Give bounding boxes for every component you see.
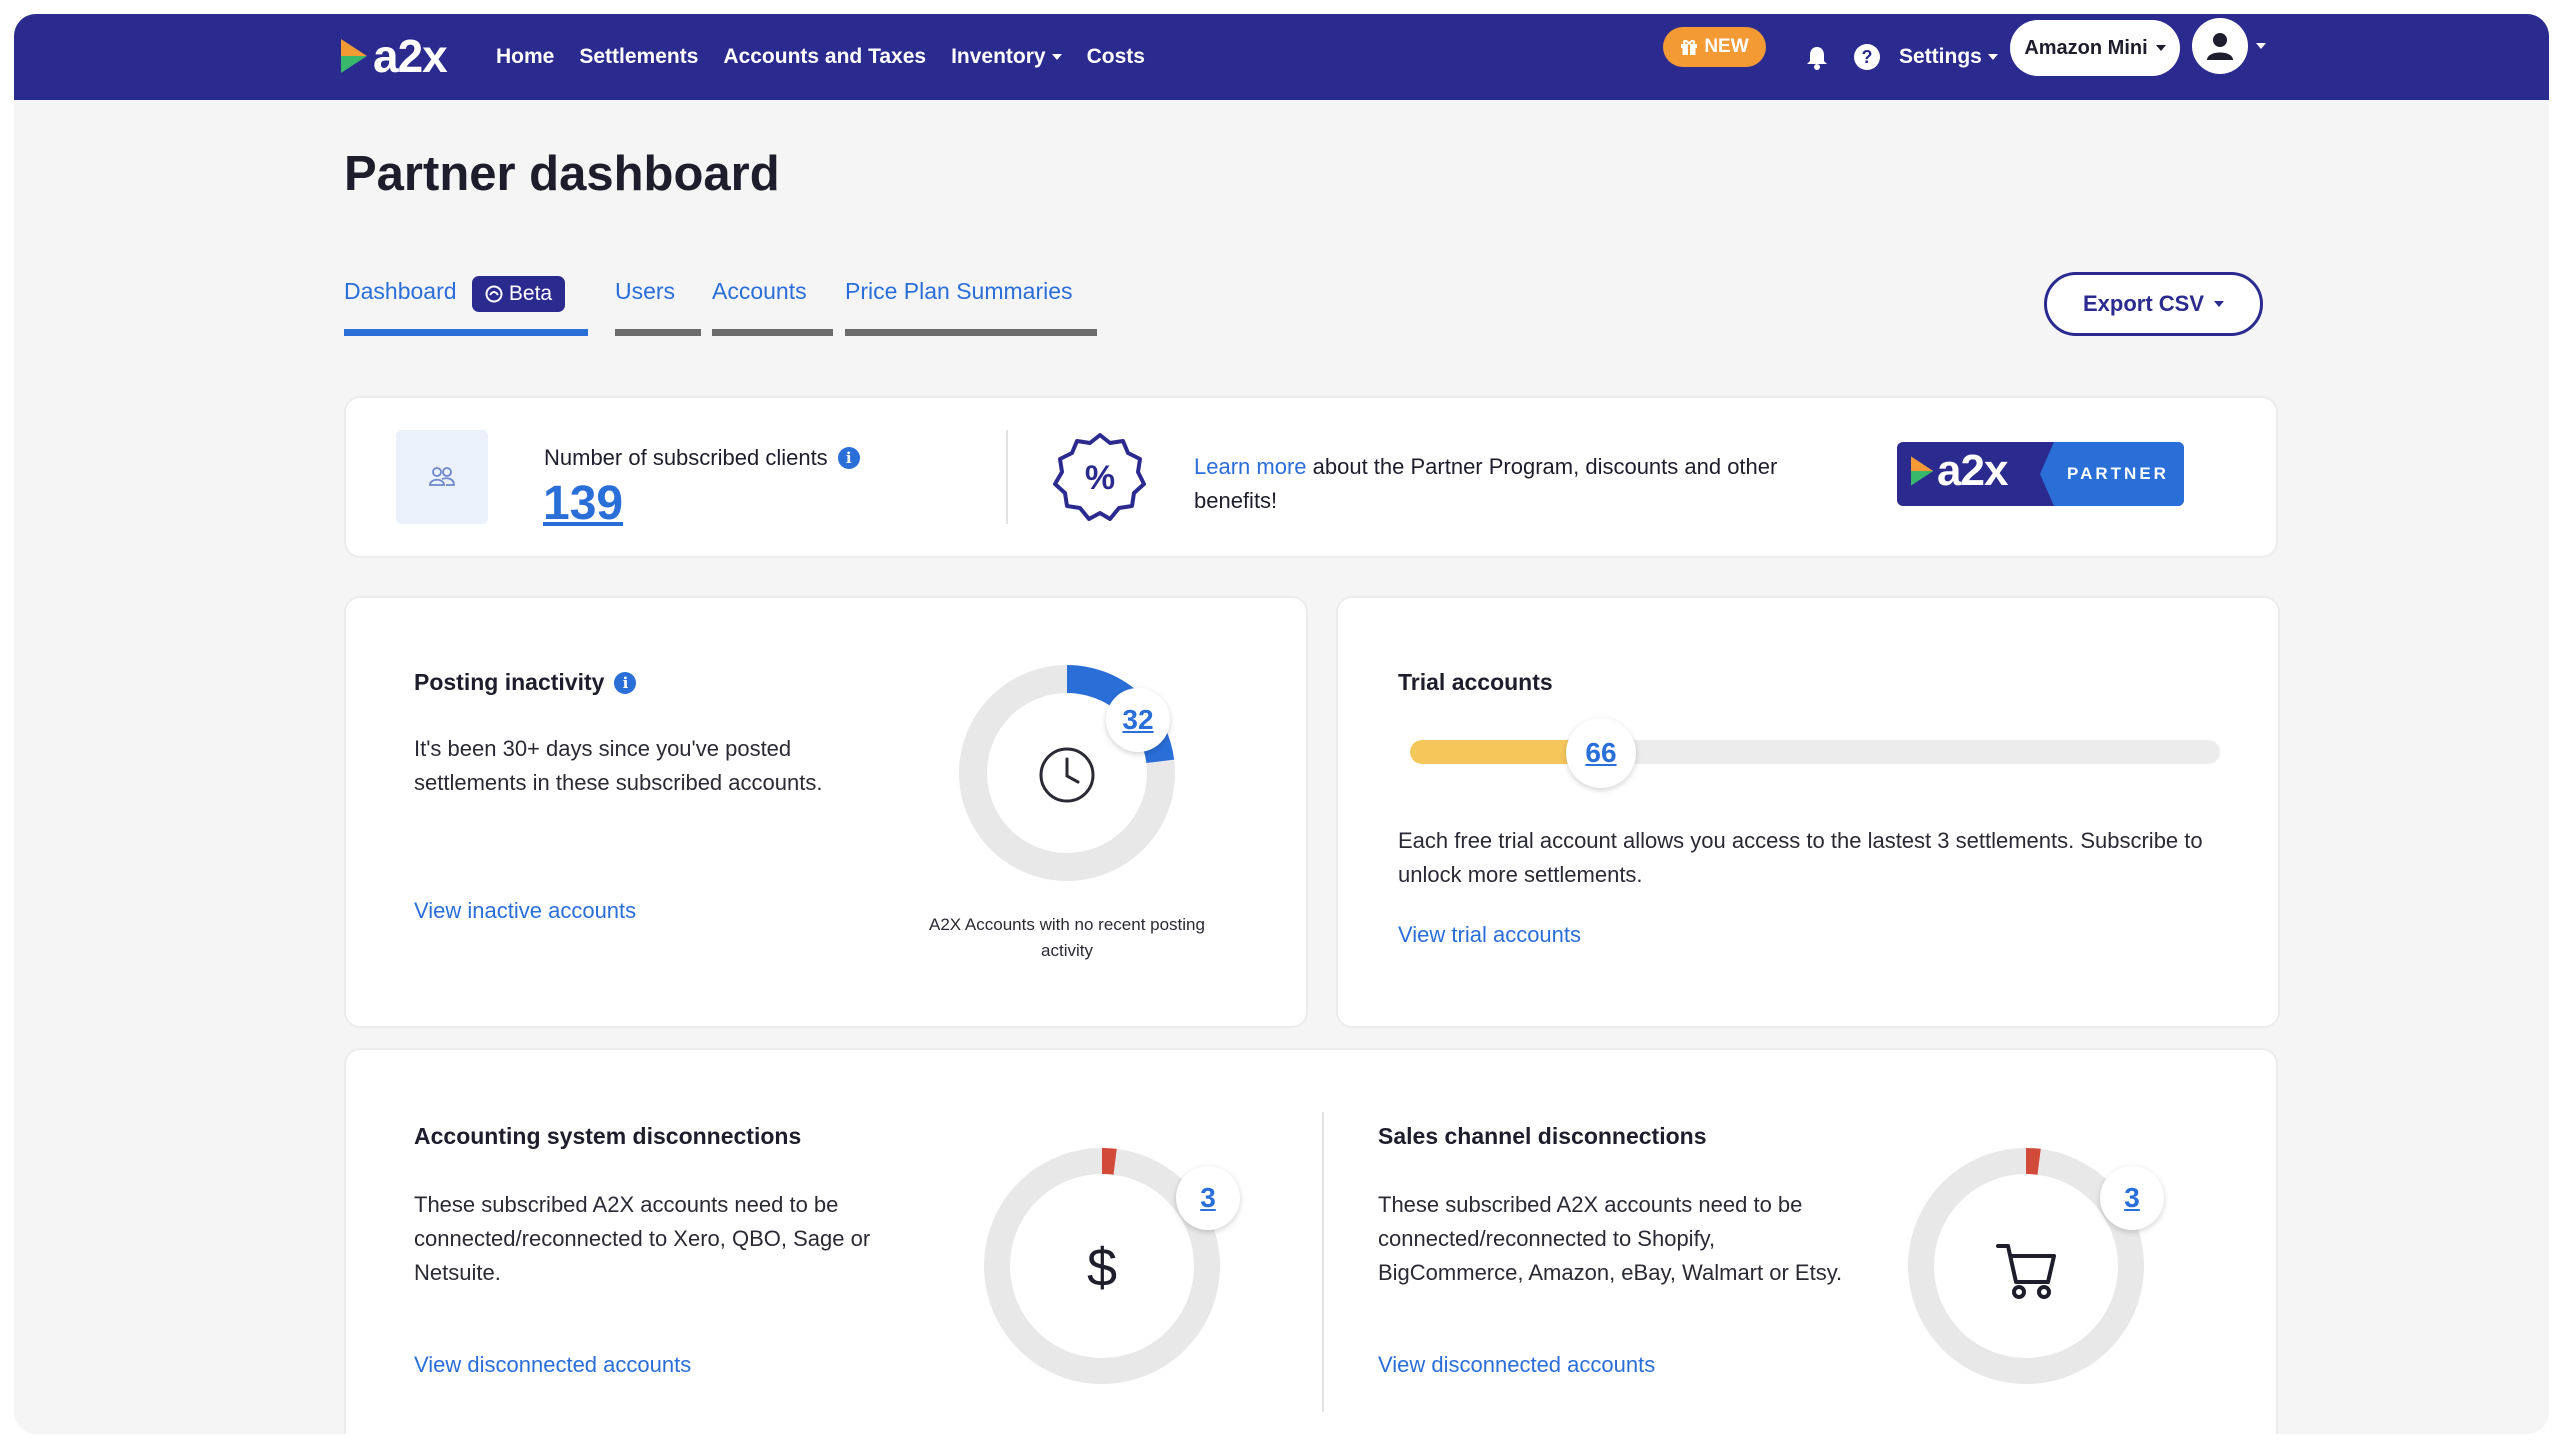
tab-price-plan-summaries-label: Price Plan Summaries — [845, 278, 1073, 304]
nav-accounts-and-taxes[interactable]: Accounts and Taxes — [723, 45, 926, 69]
whats-new-button[interactable]: NEW — [1663, 27, 1766, 67]
user-icon — [2207, 33, 2233, 60]
main-nav: Home Settlements Accounts and Taxes Inve… — [496, 14, 1170, 100]
tab-dashboard-label: Dashboard — [344, 278, 457, 304]
info-icon[interactable]: i — [837, 447, 860, 469]
trial-accounts-title: Trial accounts — [1398, 669, 1553, 695]
export-csv-button[interactable]: Export CSV — [2044, 272, 2263, 336]
summary-card: Number of subscribed clients i 139 % Lea… — [346, 398, 2276, 556]
tab-indicator — [344, 329, 588, 336]
inactivity-caption: A2X Accounts with no recent posting acti… — [929, 915, 1205, 960]
partner-logo-text: a2x — [1937, 446, 2008, 495]
svg-text:?: ? — [1862, 47, 1873, 67]
trial-progress-fill — [1410, 740, 1572, 764]
dollar-icon: $ — [1087, 1238, 1117, 1298]
settings-menu[interactable]: Settings — [1899, 14, 1998, 100]
trial-progress-track — [1410, 740, 2220, 764]
posting-inactivity-card: Posting inactivity i It's been 30+ days … — [346, 598, 1306, 1026]
settings-text: Settings — [1899, 45, 1982, 68]
partner-logo-mark: a2x — [1911, 446, 2008, 496]
trial-accounts-card: Trial accounts 66 Each free trial accoun… — [1338, 598, 2278, 1026]
users-icon — [429, 467, 455, 486]
clients-label: Number of subscribed clients i — [544, 445, 860, 471]
beta-icon — [485, 285, 503, 303]
chevron-down-icon — [1987, 54, 1998, 60]
chevron-down-icon — [2256, 43, 2266, 49]
tab-accounts[interactable]: Accounts — [712, 266, 833, 336]
trial-accounts-text: Each free trial account allows you acces… — [1398, 828, 2203, 887]
account-selector[interactable]: Amazon Mini — [2010, 20, 2180, 76]
posting-inactivity-title-text: Posting inactivity — [414, 669, 605, 695]
view-disconnected-sales-link[interactable]: View disconnected accounts — [1378, 1352, 1655, 1378]
accounting-disconnections-text: These subscribed A2X accounts need to be… — [414, 1192, 871, 1285]
a2x-partner-logo: a2x PARTNER — [1897, 442, 2184, 506]
logo-arrow-icon — [341, 39, 367, 73]
tab-indicator — [845, 329, 1097, 336]
sales-disconnections-text: These subscribed A2X accounts need to be… — [1378, 1192, 1843, 1285]
inactive-count[interactable]: 32 — [1106, 688, 1170, 752]
posting-inactivity-title: Posting inactivity i — [414, 669, 637, 696]
sales-disconnections-title: Sales channel disconnections — [1378, 1123, 1707, 1149]
beta-label: Beta — [508, 282, 553, 305]
sales-disconnected-count[interactable]: 3 — [2100, 1166, 2164, 1230]
trial-count[interactable]: 66 — [1566, 718, 1636, 788]
nav-costs[interactable]: Costs — [1087, 45, 1145, 69]
view-trial-accounts-link[interactable]: View trial accounts — [1398, 922, 1581, 948]
export-csv-label: Export CSV — [2082, 291, 2205, 316]
percent-badge-icon: % — [1053, 433, 1146, 521]
logo-text: a2x — [373, 30, 448, 82]
info-icon[interactable]: i — [614, 671, 637, 694]
app-window: a2x Home Settlements Accounts and Taxes … — [14, 14, 2549, 1434]
clients-icon-box — [396, 430, 488, 524]
clients-label-text: Number of subscribed clients — [544, 445, 828, 470]
chevron-down-icon — [1051, 54, 1062, 60]
tab-dashboard[interactable]: Dashboard Beta — [344, 266, 588, 336]
disconnections-card: Accounting system disconnections These s… — [346, 1050, 2276, 1434]
clients-count[interactable]: 139 — [543, 476, 623, 531]
tab-indicator — [712, 329, 833, 336]
top-navbar: a2x Home Settlements Accounts and Taxes … — [14, 14, 2549, 100]
tab-indicator — [615, 329, 701, 336]
clock-icon — [1039, 747, 1095, 803]
account-selector-label: Amazon Mini — [2024, 36, 2148, 59]
user-menu[interactable] — [2192, 18, 2266, 74]
svg-text:%: % — [1085, 459, 1115, 497]
nav-settlements[interactable]: Settlements — [579, 45, 698, 69]
accounting-disconnections-title: Accounting system disconnections — [414, 1123, 802, 1149]
logo-arrow-icon — [1911, 456, 1934, 486]
gift-icon — [1681, 40, 1698, 55]
nav-inventory[interactable]: Inventory — [951, 45, 1062, 69]
posting-inactivity-text: It's been 30+ days since you've posted s… — [414, 736, 823, 795]
avatar — [2192, 18, 2248, 74]
divider — [1322, 1112, 1324, 1412]
nav-home[interactable]: Home — [496, 45, 554, 69]
divider — [1006, 430, 1008, 524]
tab-accounts-label: Accounts — [712, 278, 807, 304]
nav-inventory-label: Inventory — [951, 45, 1046, 68]
learn-more-link[interactable]: Learn more — [1194, 454, 1307, 479]
settings-label: Settings — [1899, 45, 1998, 69]
accounting-disconnected-count[interactable]: 3 — [1176, 1166, 1240, 1230]
partner-program-text: Learn more about the Partner Program, di… — [1194, 450, 1854, 518]
help-icon[interactable]: ? — [1852, 42, 1882, 72]
view-disconnected-accounting-link[interactable]: View disconnected accounts — [414, 1352, 691, 1378]
chevron-down-icon — [2214, 301, 2225, 307]
beta-badge: Beta — [472, 276, 565, 312]
page-title: Partner dashboard — [344, 147, 780, 201]
view-inactive-accounts-link[interactable]: View inactive accounts — [414, 898, 636, 924]
tab-users-label: Users — [615, 278, 676, 304]
tab-users[interactable]: Users — [615, 266, 701, 336]
partner-logo-label: PARTNER — [2040, 442, 2184, 506]
chevron-down-icon — [2155, 45, 2166, 51]
a2x-logo[interactable]: a2x — [341, 26, 448, 86]
new-label: NEW — [1704, 36, 1749, 57]
bell-icon[interactable] — [1802, 42, 1832, 72]
tab-price-plan-summaries[interactable]: Price Plan Summaries — [845, 266, 1097, 336]
cart-icon — [1996, 1244, 2056, 1299]
